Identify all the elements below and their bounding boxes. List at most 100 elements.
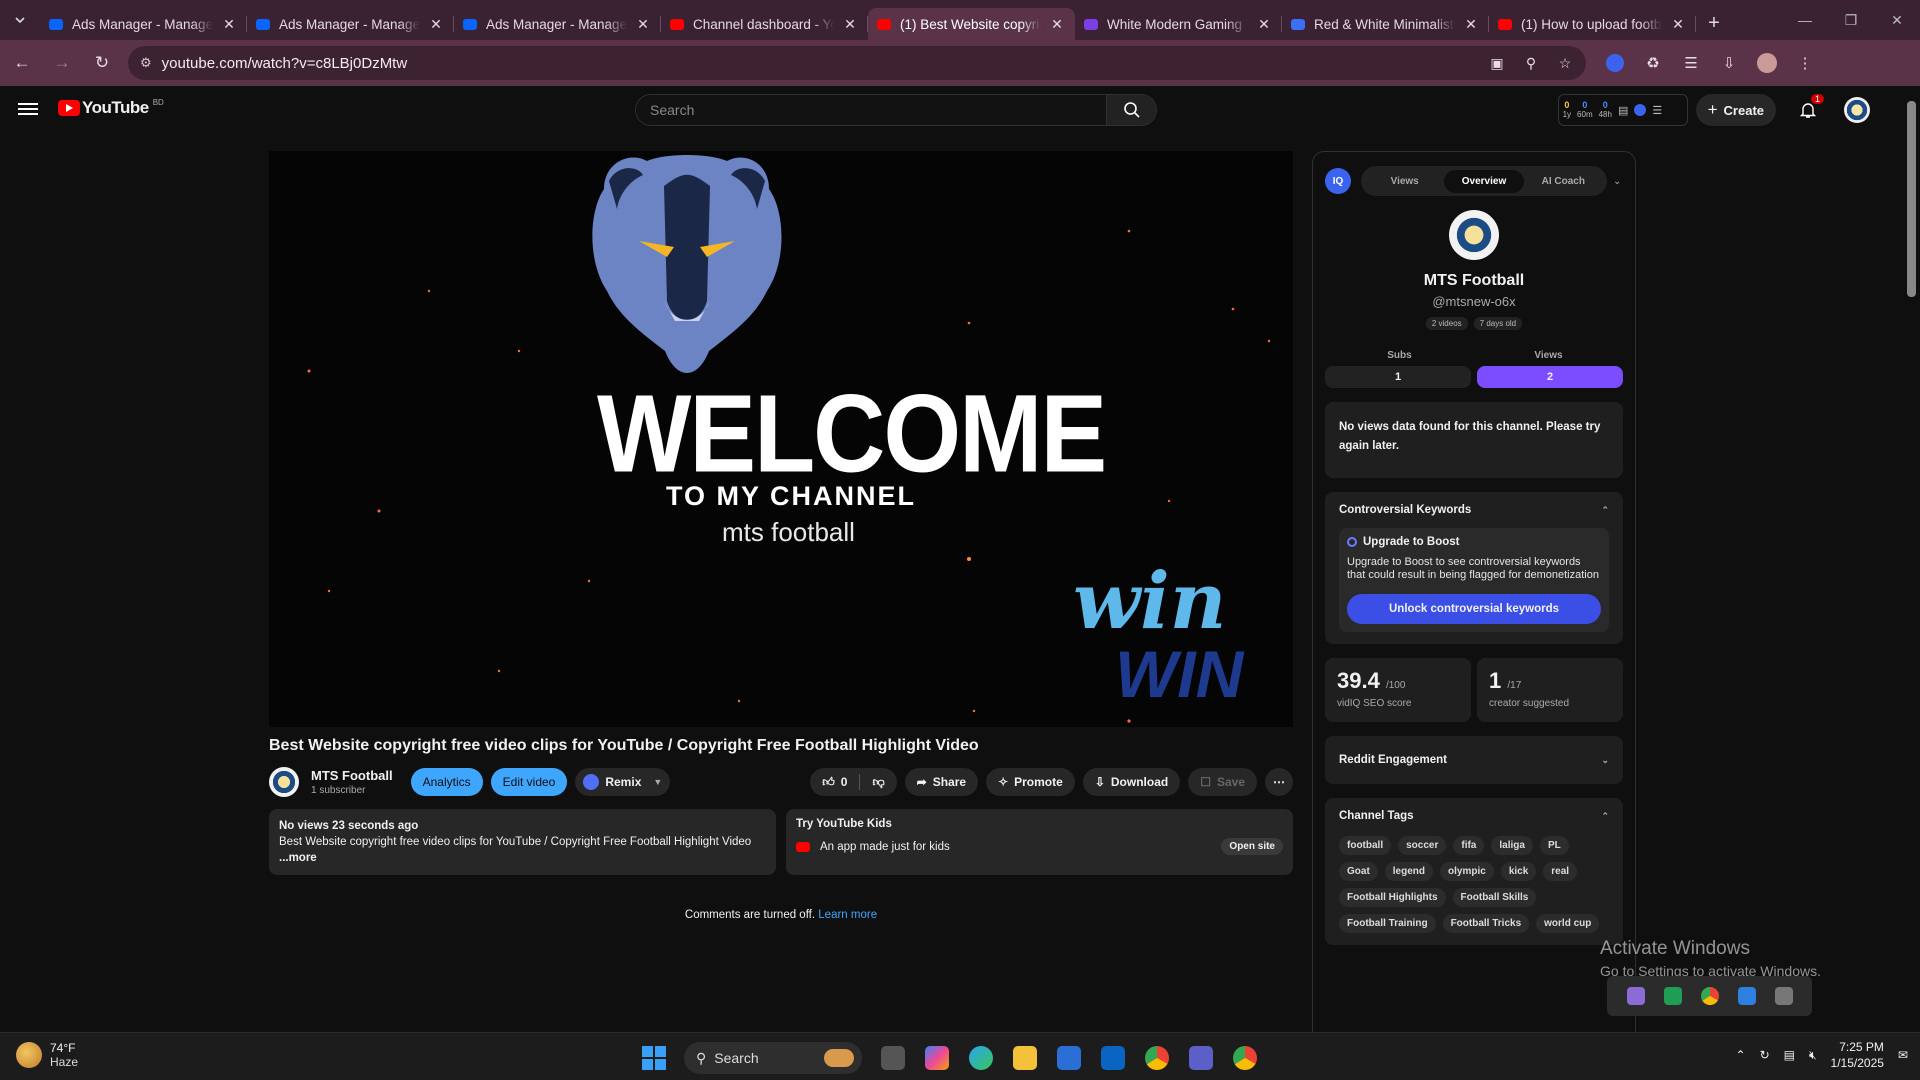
learn-more-link[interactable]: Learn more	[818, 909, 877, 921]
unlock-keywords-button[interactable]: Unlock controversial keywords	[1347, 594, 1601, 624]
file-explorer-icon[interactable]	[1006, 1039, 1044, 1077]
browser-tab[interactable]: Ads Manager - Manage ads ✕	[454, 8, 661, 40]
profile-avatar[interactable]	[1750, 46, 1784, 80]
close-icon[interactable]: ✕	[1463, 16, 1479, 33]
search-input[interactable]	[636, 95, 1106, 125]
account-avatar[interactable]	[1844, 97, 1870, 123]
remix-button[interactable]: Remix ▼	[575, 768, 671, 796]
close-window-button[interactable]: ✕	[1874, 0, 1920, 40]
taskbar-search[interactable]: ⚲ Search	[684, 1042, 862, 1074]
close-icon[interactable]: ✕	[1670, 16, 1686, 33]
browser-tab[interactable]: Channel dashboard - YouTube ✕	[661, 8, 868, 40]
close-icon[interactable]: ✕	[1256, 16, 1272, 33]
tray-chevron-icon[interactable]: ⌃	[1736, 1048, 1746, 1062]
channel-tag[interactable]: PL	[1539, 836, 1569, 855]
system-clock[interactable]: 7:25 PM 1/15/2025	[1831, 1039, 1884, 1071]
vidiq-header-stats[interactable]: 0 1y 0 60m 0 48h ▤ ☰	[1557, 94, 1688, 126]
youtube-logo[interactable]: YouTube BD	[58, 98, 164, 118]
bookmark-star-icon[interactable]: ☆	[1550, 48, 1580, 78]
search-button[interactable]	[1106, 95, 1156, 125]
microsoft-store-icon[interactable]	[1050, 1039, 1088, 1077]
description-box[interactable]: No views 23 seconds ago Best Website cop…	[269, 809, 776, 875]
weather-widget[interactable]: 74°F Haze	[16, 1041, 78, 1069]
channel-tag[interactable]: football	[1339, 836, 1392, 855]
thumbs-up-icon[interactable]: 👍︎	[822, 775, 835, 790]
save-button[interactable]: ☐ Save	[1188, 768, 1257, 796]
close-icon[interactable]: ✕	[221, 16, 237, 33]
more-actions-button[interactable]: ⋯	[1265, 768, 1293, 796]
promote-button[interactable]: ✧ Promote	[986, 768, 1075, 796]
channel-tag[interactable]: real	[1543, 862, 1578, 881]
address-bar[interactable]: ⚙ youtube.com/watch?v=c8LBj0DzMtw ▣ ⚲ ☆	[128, 46, 1586, 80]
chrome-taskbar-icon[interactable]	[1138, 1039, 1176, 1077]
browser-tab[interactable]: Red & White Minimalist F ✕	[1282, 8, 1489, 40]
tab-search-button[interactable]	[0, 0, 40, 40]
more-link[interactable]: ...more	[279, 852, 317, 864]
channel-tag[interactable]: fifa	[1453, 836, 1485, 855]
restore-button[interactable]: ❐	[1828, 0, 1874, 40]
edge-icon[interactable]	[962, 1039, 1000, 1077]
channel-tag[interactable]: olympic	[1440, 862, 1494, 881]
channel-tag[interactable]: world cup	[1536, 914, 1600, 933]
notification-bell-icon[interactable]: ✉	[1898, 1048, 1908, 1062]
green-app-icon[interactable]	[1663, 987, 1682, 1005]
notifications-button[interactable]: 1	[1792, 94, 1824, 126]
views-value[interactable]: 2	[1477, 366, 1623, 388]
network-icon[interactable]: ▤	[1784, 1048, 1795, 1062]
chrome-profile-icon[interactable]	[1226, 1039, 1264, 1077]
browser-menu-icon[interactable]: ⋮	[1788, 46, 1822, 80]
feather-icon[interactable]	[1626, 987, 1645, 1005]
chevron-up-icon[interactable]: ⌃	[1601, 811, 1609, 822]
menu-hamburger-icon[interactable]	[18, 100, 38, 118]
back-button[interactable]: ←	[4, 45, 40, 81]
install-app-icon[interactable]: ▣	[1482, 48, 1512, 78]
cloud-off-icon[interactable]	[1774, 987, 1793, 1005]
teams-icon[interactable]	[1182, 1039, 1220, 1077]
download-button[interactable]: ⇩ Download	[1082, 768, 1181, 796]
page-scrollbar[interactable]	[1904, 86, 1918, 1032]
close-icon[interactable]: ✕	[428, 16, 444, 33]
share-button[interactable]: ➦ Share	[904, 768, 979, 796]
site-info-icon[interactable]: ⚙	[140, 55, 152, 71]
new-tab-button[interactable]: +	[1696, 12, 1732, 35]
channel-tag[interactable]: Football Tricks	[1442, 914, 1530, 933]
video-player[interactable]: WELCOME TO MY CHANNEL mts football win W…	[269, 151, 1293, 727]
create-button[interactable]: + Create	[1695, 94, 1776, 126]
browser-tab[interactable]: Ads Manager - Manage ads ✕	[247, 8, 454, 40]
collapse-chevron-icon[interactable]: ⌄	[1613, 176, 1621, 187]
chevron-up-icon[interactable]: ⌃	[1601, 505, 1609, 516]
forward-button[interactable]: →	[44, 45, 80, 81]
close-icon[interactable]: ✕	[635, 16, 651, 33]
channel-tag[interactable]: laliga	[1491, 836, 1533, 855]
channel-tag[interactable]: Football Skills	[1452, 888, 1537, 907]
channel-tag[interactable]: soccer	[1398, 836, 1447, 855]
channel-tag[interactable]: legend	[1384, 862, 1434, 881]
media-control-icon[interactable]: ☰	[1674, 46, 1708, 80]
thumbs-down-icon[interactable]: 👎︎	[872, 775, 884, 790]
extensions-puzzle-icon[interactable]: ♻	[1636, 46, 1670, 80]
open-site-button[interactable]: Open site	[1221, 838, 1283, 855]
copilot-icon[interactable]	[918, 1039, 956, 1077]
zoom-icon[interactable]: ⚲	[1516, 48, 1546, 78]
channel-name[interactable]: MTS Football	[311, 768, 393, 783]
browser-tab[interactable]: (1) How to upload football ✕	[1489, 8, 1696, 40]
task-view-icon[interactable]	[874, 1039, 912, 1077]
security-warning-icon[interactable]	[1737, 987, 1756, 1005]
browser-tab[interactable]: White Modern Gaming YouTube ✕	[1075, 8, 1282, 40]
tab-ai-coach[interactable]: AI Coach	[1524, 170, 1603, 193]
close-icon[interactable]: ✕	[1049, 16, 1065, 33]
reload-button[interactable]: ↻	[84, 45, 120, 81]
browser-tab[interactable]: Ads Manager - Manage ads ✕	[40, 8, 247, 40]
scrollbar-thumb[interactable]	[1907, 101, 1916, 297]
start-button[interactable]	[636, 1040, 672, 1076]
browser-tab[interactable]: (1) Best Website copyright ✕	[868, 8, 1075, 40]
downloads-icon[interactable]: ⇩	[1712, 46, 1746, 80]
minimize-button[interactable]: —	[1782, 0, 1828, 40]
channel-tag[interactable]: Goat	[1339, 862, 1378, 881]
reddit-engagement-card[interactable]: Reddit Engagement ⌄	[1325, 736, 1623, 784]
channel-tag[interactable]: kick	[1500, 862, 1537, 881]
outlook-icon[interactable]	[1094, 1039, 1132, 1077]
chrome-icon[interactable]	[1700, 987, 1719, 1005]
subs-value[interactable]: 1	[1325, 366, 1471, 388]
close-icon[interactable]: ✕	[842, 16, 858, 33]
